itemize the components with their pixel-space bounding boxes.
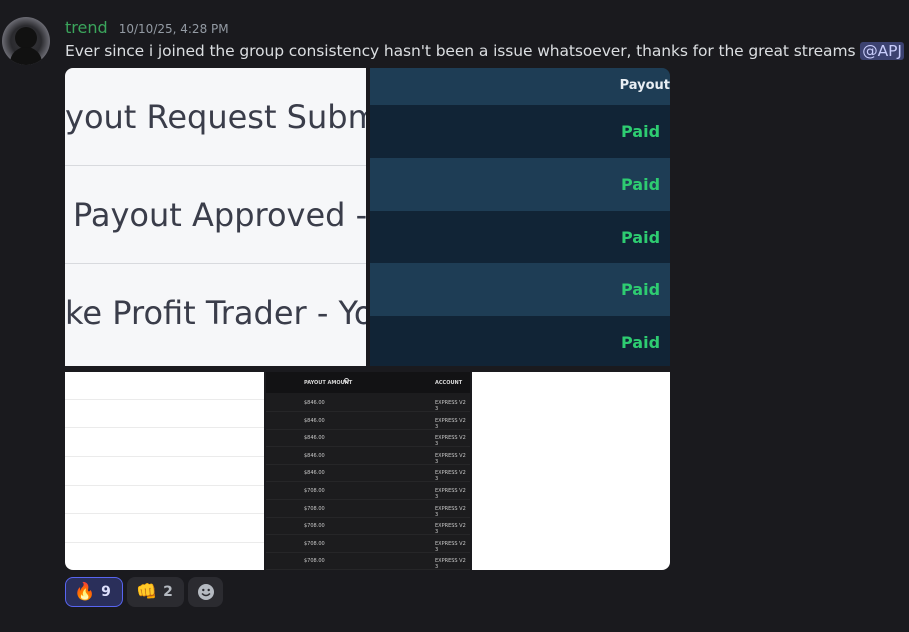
account-cell: EXPRESS V2 3 — [435, 435, 466, 448]
paid-label: Paid — [621, 122, 661, 141]
account-cell: EXPRESS V2 3 — [435, 540, 466, 553]
divider — [65, 427, 264, 428]
table-row: $846.00 EXPRESS V2 3 — [266, 394, 470, 412]
account-cell: EXPRESS V2 3 — [435, 505, 466, 518]
email-subject: Payout Approved - — [73, 195, 366, 234]
table-row: $708.00 EXPRESS V2 3 — [266, 517, 470, 536]
divider — [65, 399, 264, 400]
reaction-fist-bump[interactable]: 👊 2 — [127, 577, 184, 607]
message-content: Ever since i joined the group consistenc… — [65, 42, 904, 60]
fire-icon: 🔥 — [74, 582, 96, 602]
payout-amount-cell: $708.00 — [304, 523, 325, 530]
attachment-blank-list[interactable] — [65, 372, 264, 570]
email-subject: ke Profit Trader - Yo — [65, 293, 366, 332]
attachment-email-subjects[interactable]: yout Request Subm Payout Approved - ke P… — [65, 68, 366, 366]
payout-amount-cell: $846.00 — [304, 400, 325, 406]
account-cell: EXPRESS V2 3 — [435, 452, 466, 465]
attachment-payout-status[interactable]: Payout Paid Paid Paid Paid Paid — [370, 68, 670, 366]
email-subject-row: ke Profit Trader - Yo — [65, 264, 366, 361]
smiley-icon — [197, 584, 214, 600]
table-row: $846.00 EXPRESS V2 3 — [266, 429, 470, 448]
divider — [65, 456, 264, 457]
payout-status-row: Paid — [370, 158, 670, 211]
account-cell: EXPRESS V2 3 — [435, 523, 466, 536]
message-header: trend 10/10/25, 4:28 PM — [65, 18, 229, 37]
email-subject-row: Payout Approved - — [65, 166, 366, 264]
info-icon — [344, 378, 349, 383]
avatar-body — [10, 47, 42, 65]
paid-label: Paid — [621, 333, 661, 352]
payout-status-row: Paid — [370, 316, 670, 366]
reaction-count: 2 — [163, 584, 173, 600]
message-text: Ever since i joined the group consistenc… — [65, 42, 861, 60]
divider — [65, 485, 264, 486]
table-row: $708.00 EXPRESS V2 3 — [266, 552, 470, 570]
table-row: $708.00 EXPRESS V2 3 — [266, 535, 470, 553]
divider — [65, 542, 264, 543]
attachment-payout-table[interactable]: PAYOUT AMOUNT ACCOUNT $846.00 EXPRESS V2 … — [266, 372, 470, 570]
table-row: $846.00 EXPRESS V2 3 — [266, 412, 470, 430]
reaction-fire[interactable]: 🔥 9 — [65, 577, 123, 607]
divider — [65, 513, 264, 514]
username[interactable]: trend — [65, 18, 108, 37]
payout-amount-cell: $846.00 — [304, 417, 325, 424]
account-cell: EXPRESS V2 3 — [435, 470, 466, 483]
table-header: PAYOUT AMOUNT ACCOUNT — [266, 372, 470, 393]
fist-bump-icon: 👊 — [136, 582, 158, 602]
account-cell: EXPRESS V2 3 — [435, 417, 466, 430]
payout-status-row: Paid — [370, 263, 670, 316]
table-row: $846.00 EXPRESS V2 3 — [266, 447, 470, 465]
account-cell: EXPRESS V2 3 — [435, 558, 466, 570]
table-row: $708.00 EXPRESS V2 3 — [266, 482, 470, 500]
table-row: $846.00 EXPRESS V2 3 — [266, 464, 470, 483]
timestamp[interactable]: 10/10/25, 4:28 PM — [119, 22, 229, 36]
payout-amount-cell: $846.00 — [304, 435, 325, 442]
payout-status-row: Paid — [370, 211, 670, 264]
reactions-bar: 🔥 9 👊 2 — [65, 577, 223, 607]
user-avatar[interactable] — [2, 17, 50, 65]
payout-header: Payout — [370, 68, 670, 105]
payout-amount-cell: $846.00 — [304, 452, 325, 459]
col-account: ACCOUNT — [435, 380, 463, 386]
payout-amount-cell: $708.00 — [304, 488, 325, 494]
payout-amount-cell: $708.00 — [304, 505, 325, 512]
paid-label: Paid — [621, 280, 661, 299]
payout-amount-cell: $846.00 — [304, 470, 325, 477]
add-reaction-button[interactable] — [188, 577, 223, 607]
account-cell: EXPRESS V2 3 — [435, 488, 466, 500]
paid-label: Paid — [621, 228, 661, 247]
email-subject: yout Request Subm — [65, 97, 366, 136]
table-row: $708.00 EXPRESS V2 3 — [266, 500, 470, 518]
paid-label: Paid — [621, 175, 661, 194]
user-mention[interactable]: @APJ — [860, 42, 904, 60]
avatar-head — [15, 27, 37, 49]
reaction-count: 9 — [101, 584, 111, 600]
payout-status-row: Paid — [370, 105, 670, 158]
payout-amount-cell: $708.00 — [304, 540, 325, 547]
payout-header-label: Payout — [619, 78, 670, 93]
attachment-blank[interactable] — [472, 372, 670, 570]
email-subject-row: yout Request Subm — [65, 68, 366, 166]
payout-amount-cell: $708.00 — [304, 558, 325, 565]
account-cell: EXPRESS V2 3 — [435, 400, 466, 412]
